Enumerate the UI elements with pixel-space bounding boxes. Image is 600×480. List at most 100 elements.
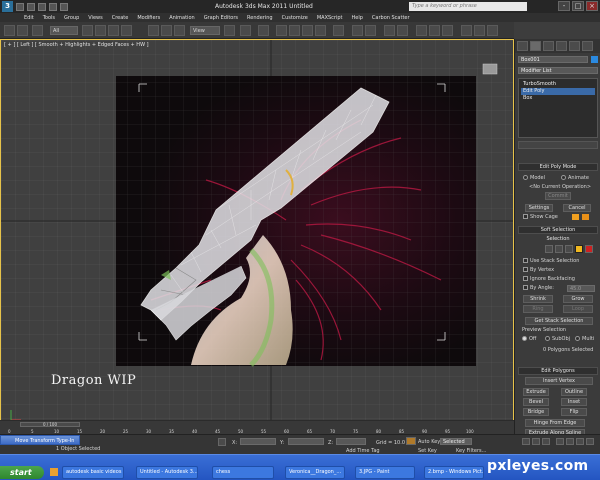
hinge-from-edge-button[interactable]: Hinge From Edge	[525, 419, 585, 427]
select-manipulate-icon[interactable]	[240, 25, 251, 36]
quicklaunch-icon[interactable]	[50, 468, 58, 476]
menu-edit[interactable]: Edit	[24, 15, 34, 21]
start-button[interactable]: start	[0, 466, 44, 479]
edit-polygons-rollout[interactable]: Edit Polygons	[518, 367, 598, 375]
menu-help[interactable]: Help	[352, 15, 363, 21]
commit-button[interactable]: Commit	[545, 192, 571, 200]
y-coord-field[interactable]	[288, 438, 324, 445]
open-file-icon[interactable]	[27, 2, 35, 11]
task-veronica-dragon[interactable]: Veronica__Dragon_...	[285, 466, 345, 479]
selection-rollout[interactable]: Selection	[518, 236, 598, 244]
border-mode-icon[interactable]	[565, 245, 573, 253]
rect-selection-icon[interactable]	[108, 25, 119, 36]
timeline[interactable]: 0 / 100 0 5 10 15 20 25 30 35 40 45 50 5…	[0, 420, 514, 434]
redo-icon[interactable]	[60, 2, 68, 11]
snaps-toggle-icon[interactable]	[276, 25, 287, 36]
link-icon[interactable]	[32, 25, 43, 36]
selection-filter-dropdown[interactable]: All	[50, 26, 78, 35]
object-color-swatch[interactable]	[591, 56, 598, 63]
z-coord-field[interactable]	[336, 438, 366, 445]
by-angle-checkbox[interactable]: By Angle:	[523, 285, 554, 291]
polygon-mode-icon[interactable]	[575, 245, 583, 253]
settings-button[interactable]: Settings	[525, 204, 553, 212]
ignore-backfacing-checkbox[interactable]: Ignore Backfacing	[523, 276, 575, 282]
pan-icon[interactable]	[576, 438, 584, 445]
keyboard-shortcut-icon[interactable]	[258, 25, 269, 36]
get-stack-selection-button[interactable]: Get Stack Selection	[525, 317, 593, 325]
display-tab-icon[interactable]	[569, 41, 580, 51]
cage-color-swatch[interactable]	[572, 214, 579, 220]
preview-off-radio[interactable]: Off	[522, 336, 536, 342]
scale-icon[interactable]	[174, 25, 185, 36]
redo-tool-icon[interactable]	[17, 25, 28, 36]
soft-selection-rollout[interactable]: Soft Selection	[518, 226, 598, 234]
undo-tool-icon[interactable]	[4, 25, 15, 36]
render-setup-icon[interactable]	[461, 25, 472, 36]
angle-snap-icon[interactable]	[289, 25, 300, 36]
minimize-icon[interactable]: -	[558, 1, 570, 11]
element-mode-icon[interactable]	[585, 245, 593, 253]
close-icon[interactable]: ×	[586, 1, 598, 11]
model-radio[interactable]: Model	[523, 175, 545, 181]
menu-create[interactable]: Create	[112, 15, 129, 21]
key-icon[interactable]	[406, 437, 416, 445]
flip-button[interactable]: Flip	[561, 408, 587, 416]
shrink-button[interactable]: Shrink	[523, 295, 553, 303]
schematic-view-icon[interactable]	[429, 25, 440, 36]
edit-named-sets-icon[interactable]	[333, 25, 344, 36]
zoom-icon[interactable]	[556, 438, 564, 445]
undo-icon[interactable]	[49, 2, 57, 11]
x-coord-field[interactable]	[240, 438, 276, 445]
percent-snap-icon[interactable]	[302, 25, 313, 36]
viewport-label[interactable]: [ + ] [ Left ] [ Smooth + Highlights + E…	[4, 42, 149, 48]
menu-customize[interactable]: Customize	[282, 15, 308, 21]
inset-button[interactable]: Inset	[561, 398, 587, 406]
next-frame-icon[interactable]	[532, 438, 540, 445]
menu-maxscript[interactable]: MAXScript	[317, 15, 343, 21]
spinner-snap-icon[interactable]	[315, 25, 326, 36]
window-crossing-icon[interactable]	[121, 25, 132, 36]
cancel-button[interactable]: Cancel	[563, 204, 591, 212]
insert-vertex-button[interactable]: Insert Vertex	[525, 377, 593, 385]
select-by-name-icon[interactable]	[95, 25, 106, 36]
menu-modifiers[interactable]: Modifiers	[137, 15, 160, 21]
grow-button[interactable]: Grow	[563, 295, 593, 303]
extrude-button[interactable]: Extrude	[523, 388, 549, 396]
rendered-frame-icon[interactable]	[474, 25, 485, 36]
graphite-tools-icon[interactable]	[397, 25, 408, 36]
layer-manager-icon[interactable]	[384, 25, 395, 36]
auto-key-button[interactable]: Auto Key	[418, 439, 440, 445]
menu-tools[interactable]: Tools	[43, 15, 55, 21]
menu-rendering[interactable]: Rendering	[247, 15, 273, 21]
modify-tab-icon[interactable]	[530, 41, 541, 51]
utilities-tab-icon[interactable]	[582, 41, 593, 51]
task-autodesk-basic-videos[interactable]: autodesk basic videos	[62, 466, 124, 479]
align-icon[interactable]	[365, 25, 376, 36]
lock-selection-icon[interactable]	[218, 438, 226, 446]
angle-spinner[interactable]: 45.0	[567, 285, 595, 292]
render-production-icon[interactable]	[487, 25, 498, 36]
time-slider[interactable]: 0 / 100	[20, 422, 80, 427]
app-logo-icon[interactable]: 3	[2, 1, 13, 12]
stack-item-turbosmooth[interactable]: TurboSmooth	[521, 81, 595, 88]
stack-item-edit-poly[interactable]: Edit Poly	[521, 88, 595, 95]
motion-tab-icon[interactable]	[556, 41, 567, 51]
move-icon[interactable]	[148, 25, 159, 36]
zoom-all-icon[interactable]	[566, 438, 574, 445]
create-tab-icon[interactable]	[517, 41, 528, 51]
edge-mode-icon[interactable]	[555, 245, 563, 253]
object-name-field[interactable]: Box001	[518, 56, 588, 63]
modifier-list-dropdown[interactable]: Modifier List	[518, 67, 598, 74]
by-vertex-checkbox[interactable]: By Vertex	[523, 267, 554, 273]
outline-button[interactable]: Outline	[561, 388, 587, 396]
bevel-button[interactable]: Bevel	[523, 398, 549, 406]
menu-views[interactable]: Views	[88, 15, 102, 21]
new-file-icon[interactable]	[16, 2, 24, 11]
select-object-icon[interactable]	[82, 25, 93, 36]
preview-multi-radio[interactable]: Multi	[575, 336, 594, 342]
animate-radio[interactable]: Animate	[561, 175, 589, 181]
use-stack-selection-checkbox[interactable]: Use Stack Selection	[523, 258, 579, 264]
loop-button[interactable]: Loop	[563, 305, 593, 313]
material-editor-icon[interactable]	[442, 25, 453, 36]
edit-poly-mode-rollout[interactable]: Edit Poly Mode	[518, 163, 598, 171]
